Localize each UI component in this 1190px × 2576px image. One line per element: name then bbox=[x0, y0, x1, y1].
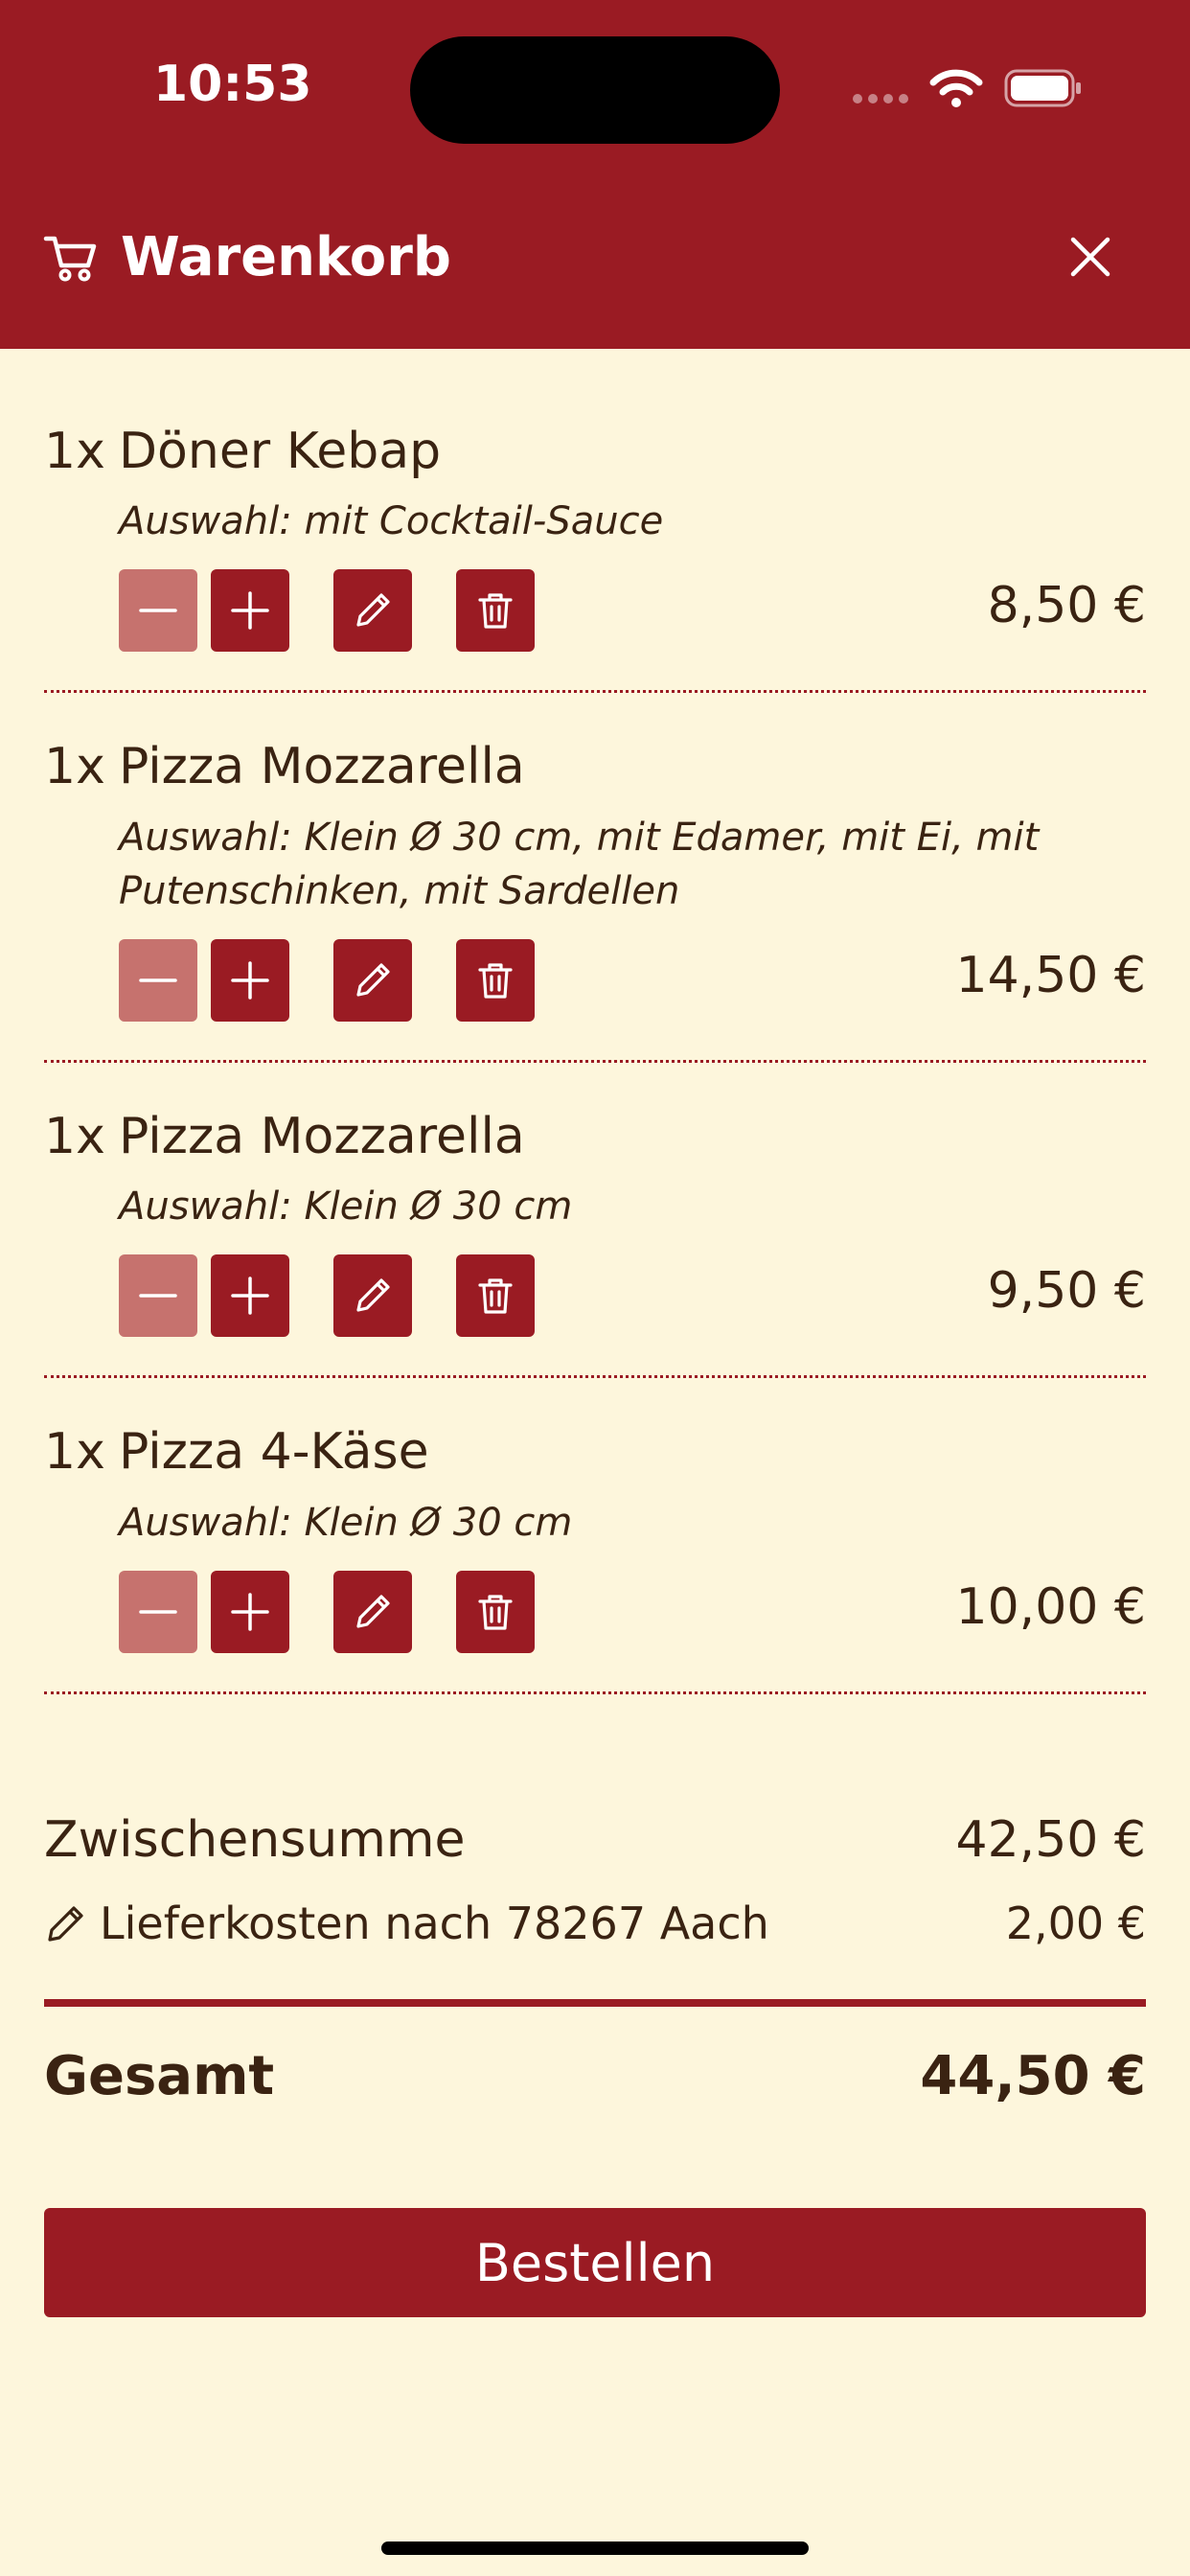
delete-button[interactable] bbox=[456, 938, 535, 1022]
delete-button[interactable] bbox=[456, 1254, 535, 1338]
home-indicator bbox=[381, 2542, 809, 2555]
wifi-icon bbox=[929, 69, 983, 107]
item-name: Pizza 4-Käse bbox=[119, 1423, 429, 1482]
item-option: Auswahl: mit Cocktail-Sauce bbox=[119, 499, 664, 544]
item-name: Döner Kebap bbox=[119, 423, 442, 480]
plus-icon bbox=[231, 961, 269, 1000]
increase-button[interactable] bbox=[211, 1254, 289, 1338]
trash-icon bbox=[478, 1594, 513, 1630]
item-quantity: 1x bbox=[44, 1423, 105, 1482]
item-name: Pizza Mozzarella bbox=[119, 738, 525, 796]
pencil-icon bbox=[48, 1906, 83, 1942]
edit-button[interactable] bbox=[333, 569, 412, 653]
item-price: 10,00 € bbox=[955, 1577, 1146, 1636]
page-title: Warenkorb bbox=[121, 225, 451, 288]
item-option: Auswahl: Klein Ø 30 cm bbox=[119, 1500, 573, 1545]
item-name: Pizza Mozzarella bbox=[119, 1107, 525, 1165]
item-title-row: 1x Pizza Mozzarella bbox=[44, 737, 1146, 796]
item-title-row: 1x Pizza 4-Käse bbox=[44, 1422, 1146, 1482]
plus-icon bbox=[231, 591, 269, 631]
subtotal-row: Zwischensumme 42,50 € bbox=[44, 1811, 1146, 1869]
item-price: 8,50 € bbox=[987, 577, 1146, 635]
order-button[interactable]: Bestellen bbox=[44, 2208, 1146, 2317]
decrease-button[interactable] bbox=[119, 569, 197, 653]
status-time: 10:53 bbox=[153, 56, 312, 113]
minus-icon bbox=[139, 1609, 177, 1614]
minus-icon bbox=[139, 609, 177, 613]
signal-icon bbox=[853, 94, 908, 104]
subtotal-label: Zwischensumme bbox=[44, 1811, 466, 1869]
header-title-row: Warenkorb bbox=[42, 218, 451, 295]
item-quantity: 1x bbox=[44, 738, 105, 796]
item-quantity: 1x bbox=[44, 1107, 105, 1165]
totals: Zwischensumme 42,50 € Lieferkosten nach … bbox=[44, 1811, 1146, 2107]
item-price: 9,50 € bbox=[987, 1262, 1146, 1321]
plus-icon bbox=[231, 1276, 269, 1315]
cart-icon bbox=[43, 236, 97, 282]
delete-button[interactable] bbox=[456, 569, 535, 653]
delivery-label: Lieferkosten nach 78267 Aach bbox=[100, 1898, 769, 1949]
item-option: Auswahl: Klein Ø 30 cm, mit Edamer, mit … bbox=[119, 815, 1040, 913]
decrease-button[interactable] bbox=[119, 1570, 197, 1653]
minus-icon bbox=[139, 1294, 177, 1298]
total-label: Gesamt bbox=[44, 2045, 275, 2107]
cart-item: 1x Döner Kebap Auswahl: mit Cocktail-Sau… bbox=[44, 422, 1146, 694]
item-title-row: 1x Pizza Mozzarella bbox=[44, 1107, 1146, 1166]
item-price: 14,50 € bbox=[955, 946, 1146, 1004]
total-row: Gesamt 44,50 € bbox=[44, 2045, 1146, 2107]
cart-item: 1x Pizza 4-Käse Auswahl: Klein Ø 30 cm 1… bbox=[44, 1422, 1146, 1694]
trash-icon bbox=[478, 593, 513, 629]
delivery-row[interactable]: Lieferkosten nach 78267 Aach 2,00 € bbox=[44, 1898, 1146, 1949]
delete-button[interactable] bbox=[456, 1570, 535, 1653]
pencil-icon bbox=[356, 963, 390, 997]
pencil-icon bbox=[356, 593, 390, 627]
edit-button[interactable] bbox=[333, 1570, 412, 1653]
battery-icon bbox=[1004, 69, 1081, 107]
cart-item: 1x Pizza Mozzarella Auswahl: Klein Ø 30 … bbox=[44, 1107, 1146, 1379]
subtotal-value: 42,50 € bbox=[955, 1811, 1146, 1869]
header: 10:53 Warenkorb bbox=[0, 0, 1190, 349]
pencil-icon bbox=[356, 1278, 390, 1312]
trash-icon bbox=[478, 1278, 513, 1314]
total-divider bbox=[44, 1999, 1146, 2007]
total-value: 44,50 € bbox=[920, 2045, 1146, 2107]
edit-button[interactable] bbox=[333, 1254, 412, 1338]
trash-icon bbox=[478, 963, 513, 999]
close-icon[interactable] bbox=[1062, 228, 1119, 286]
cart-item: 1x Pizza Mozzarella Auswahl: Klein Ø 30 … bbox=[44, 737, 1146, 1063]
item-title-row: 1x Döner Kebap bbox=[44, 422, 1146, 481]
item-quantity: 1x bbox=[44, 423, 105, 480]
minus-icon bbox=[139, 978, 177, 982]
increase-button[interactable] bbox=[211, 569, 289, 653]
cart-items: 1x Döner Kebap Auswahl: mit Cocktail-Sau… bbox=[44, 422, 1146, 1738]
delivery-value: 2,00 € bbox=[1005, 1898, 1146, 1949]
pencil-icon bbox=[356, 1594, 390, 1628]
increase-button[interactable] bbox=[211, 938, 289, 1022]
increase-button[interactable] bbox=[211, 1570, 289, 1653]
decrease-button[interactable] bbox=[119, 1254, 197, 1338]
edit-button[interactable] bbox=[333, 938, 412, 1022]
item-option: Auswahl: Klein Ø 30 cm bbox=[119, 1184, 573, 1230]
delivery-edit-link[interactable]: Lieferkosten nach 78267 Aach bbox=[44, 1898, 769, 1949]
dynamic-island bbox=[410, 36, 780, 144]
decrease-button[interactable] bbox=[119, 938, 197, 1022]
plus-icon bbox=[231, 1592, 269, 1631]
